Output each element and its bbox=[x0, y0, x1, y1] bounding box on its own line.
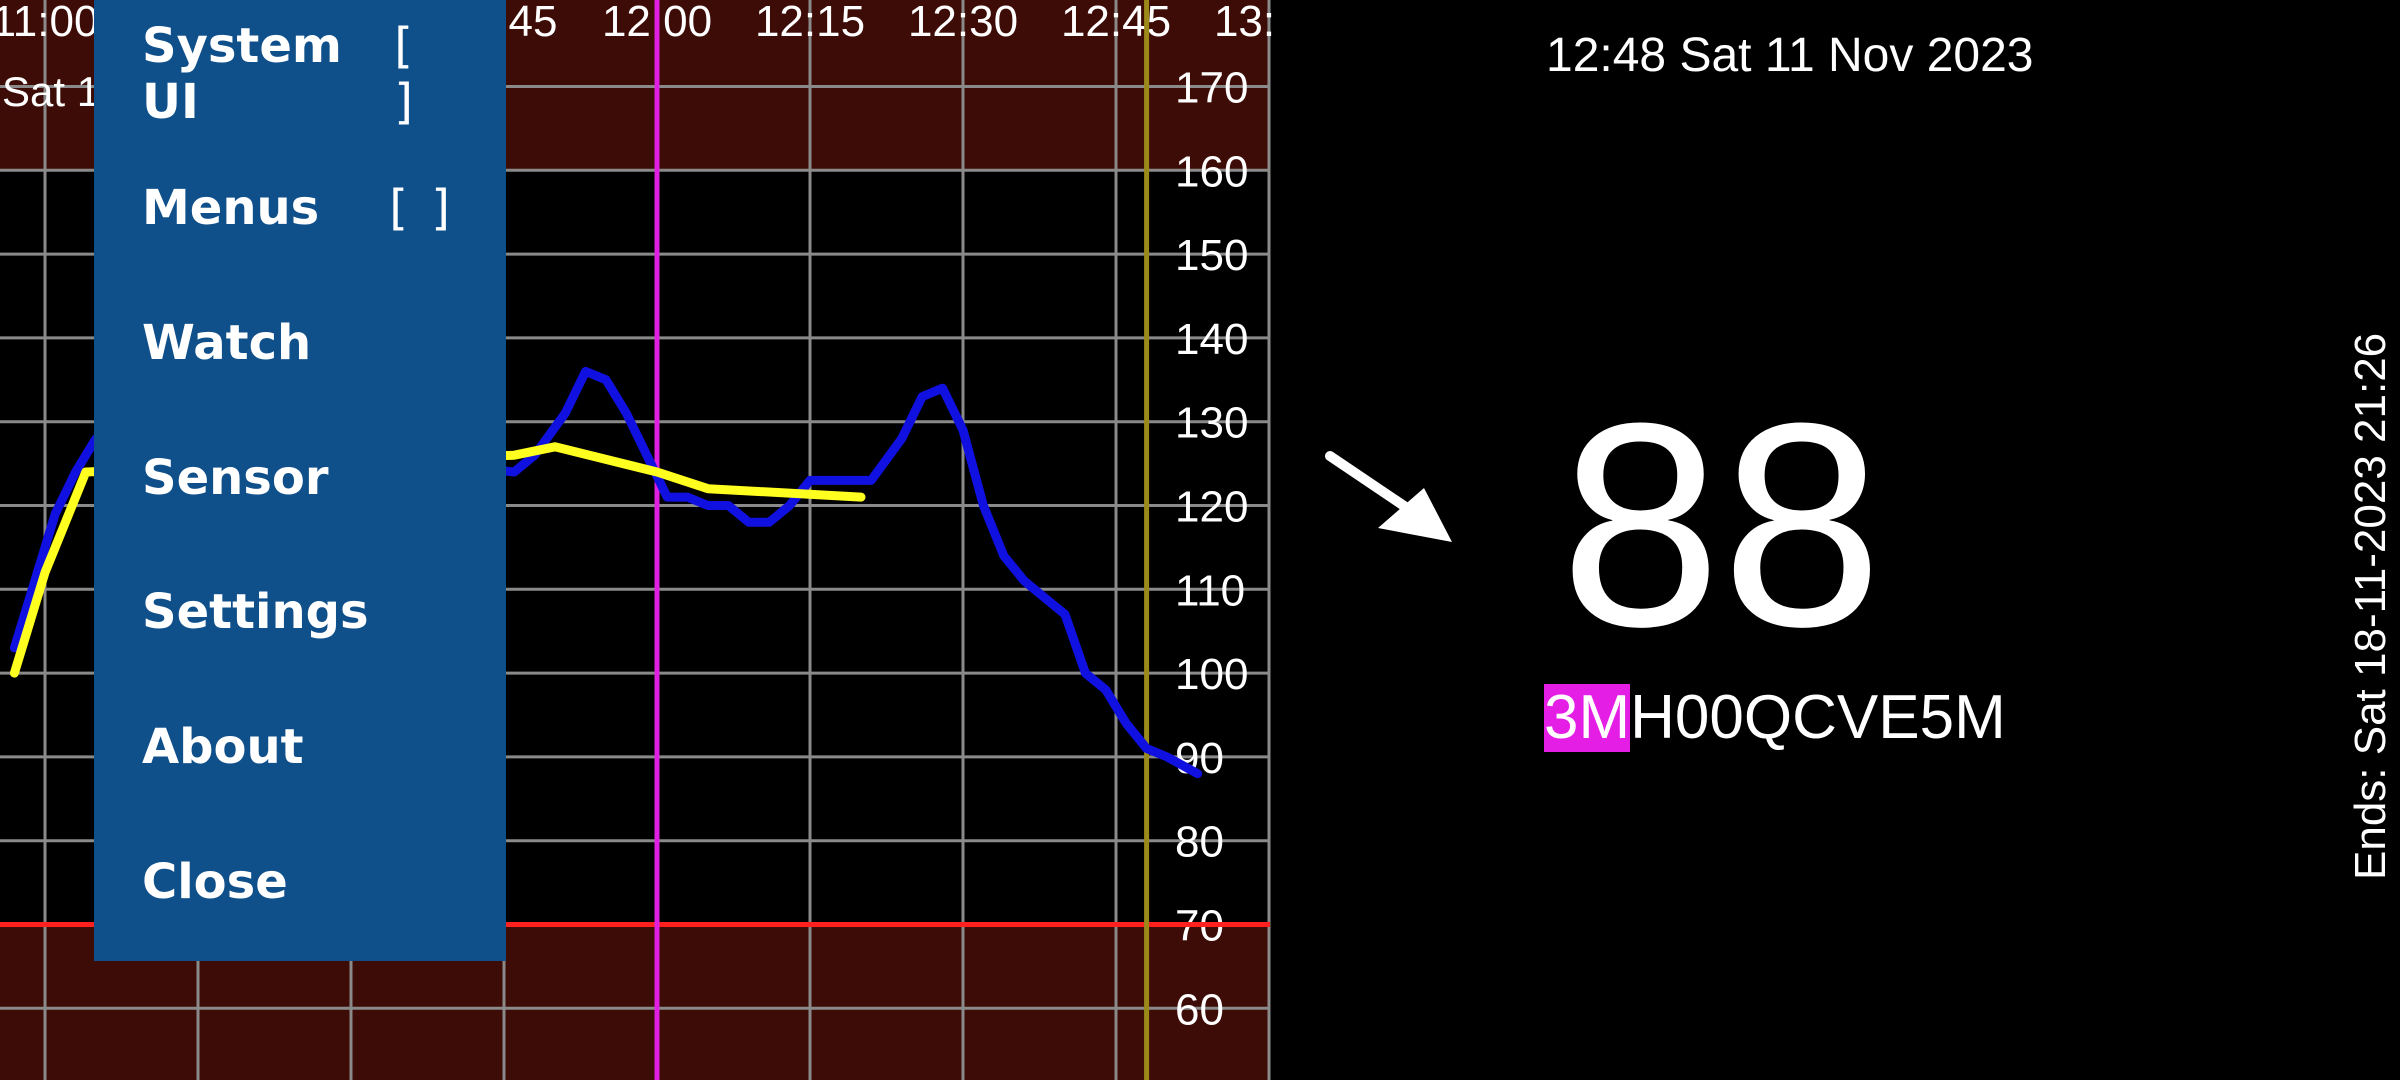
y-tick-label: 130 bbox=[1175, 399, 1248, 448]
sensor-end-date: Ends: Sat 18-11-2023 21:26 bbox=[2346, 332, 2395, 880]
y-tick-label: 110 bbox=[1175, 566, 1245, 615]
menu-item-menus[interactable]: Menus [ ] bbox=[142, 168, 482, 248]
x-tick-label: 11:00 bbox=[0, 0, 98, 46]
menu-item-sensor[interactable]: Sensor bbox=[142, 438, 482, 518]
menu-item-label: About bbox=[142, 719, 304, 775]
y-tick-label: 100 bbox=[1175, 650, 1248, 699]
x-tick-label: 12:30 bbox=[908, 0, 1018, 46]
menu-item-label: System UI bbox=[142, 18, 342, 130]
date-label: Sat 1 bbox=[2, 68, 100, 115]
sensor-id-rest: H00QCVE5M bbox=[1630, 683, 2006, 752]
sensor-id: 3M H00QCVE5M bbox=[1544, 684, 2006, 752]
menu-item-close[interactable]: Close bbox=[142, 842, 482, 922]
checkbox-mark: [ ] bbox=[394, 18, 418, 130]
menu-item-watch[interactable]: Watch bbox=[142, 303, 482, 383]
y-tick-label: 60 bbox=[1175, 985, 1224, 1034]
x-tick-label: 12:45 bbox=[1061, 0, 1171, 46]
menu-item-label: Sensor bbox=[142, 450, 329, 506]
y-tick-label: 80 bbox=[1175, 818, 1224, 867]
menu-item-label: Close bbox=[142, 854, 288, 910]
menu-item-system-ui[interactable]: System UI [ ] bbox=[142, 18, 482, 130]
x-tick-label: 12:15 bbox=[755, 0, 865, 46]
y-tick-label: 150 bbox=[1175, 231, 1248, 280]
glucose-reading[interactable]: 88 bbox=[1560, 380, 1883, 670]
menu-item-about[interactable]: About bbox=[142, 707, 482, 787]
current-datetime: 12:48 Sat 11 Nov 2023 bbox=[1546, 29, 2034, 82]
x-tick-label: 13:00 bbox=[1214, 0, 1275, 46]
checkbox-mark: [ ] bbox=[389, 180, 454, 236]
menu-item-label: Menus bbox=[142, 180, 320, 236]
y-tick-label: 140 bbox=[1175, 315, 1248, 364]
menu-item-label: Watch bbox=[142, 315, 312, 371]
menu-item-settings[interactable]: Settings bbox=[142, 572, 482, 652]
menu-item-label: Settings bbox=[142, 584, 369, 640]
y-tick-label: 160 bbox=[1175, 147, 1248, 196]
main-menu: System UI [ ] Menus [ ] Watch Sensor Set… bbox=[94, 0, 506, 961]
y-tick-label: 120 bbox=[1175, 483, 1248, 532]
arrow-down-right-icon bbox=[1325, 451, 1452, 542]
sensor-id-highlight: 3M bbox=[1544, 683, 1631, 752]
y-tick-label: 170 bbox=[1175, 64, 1248, 113]
